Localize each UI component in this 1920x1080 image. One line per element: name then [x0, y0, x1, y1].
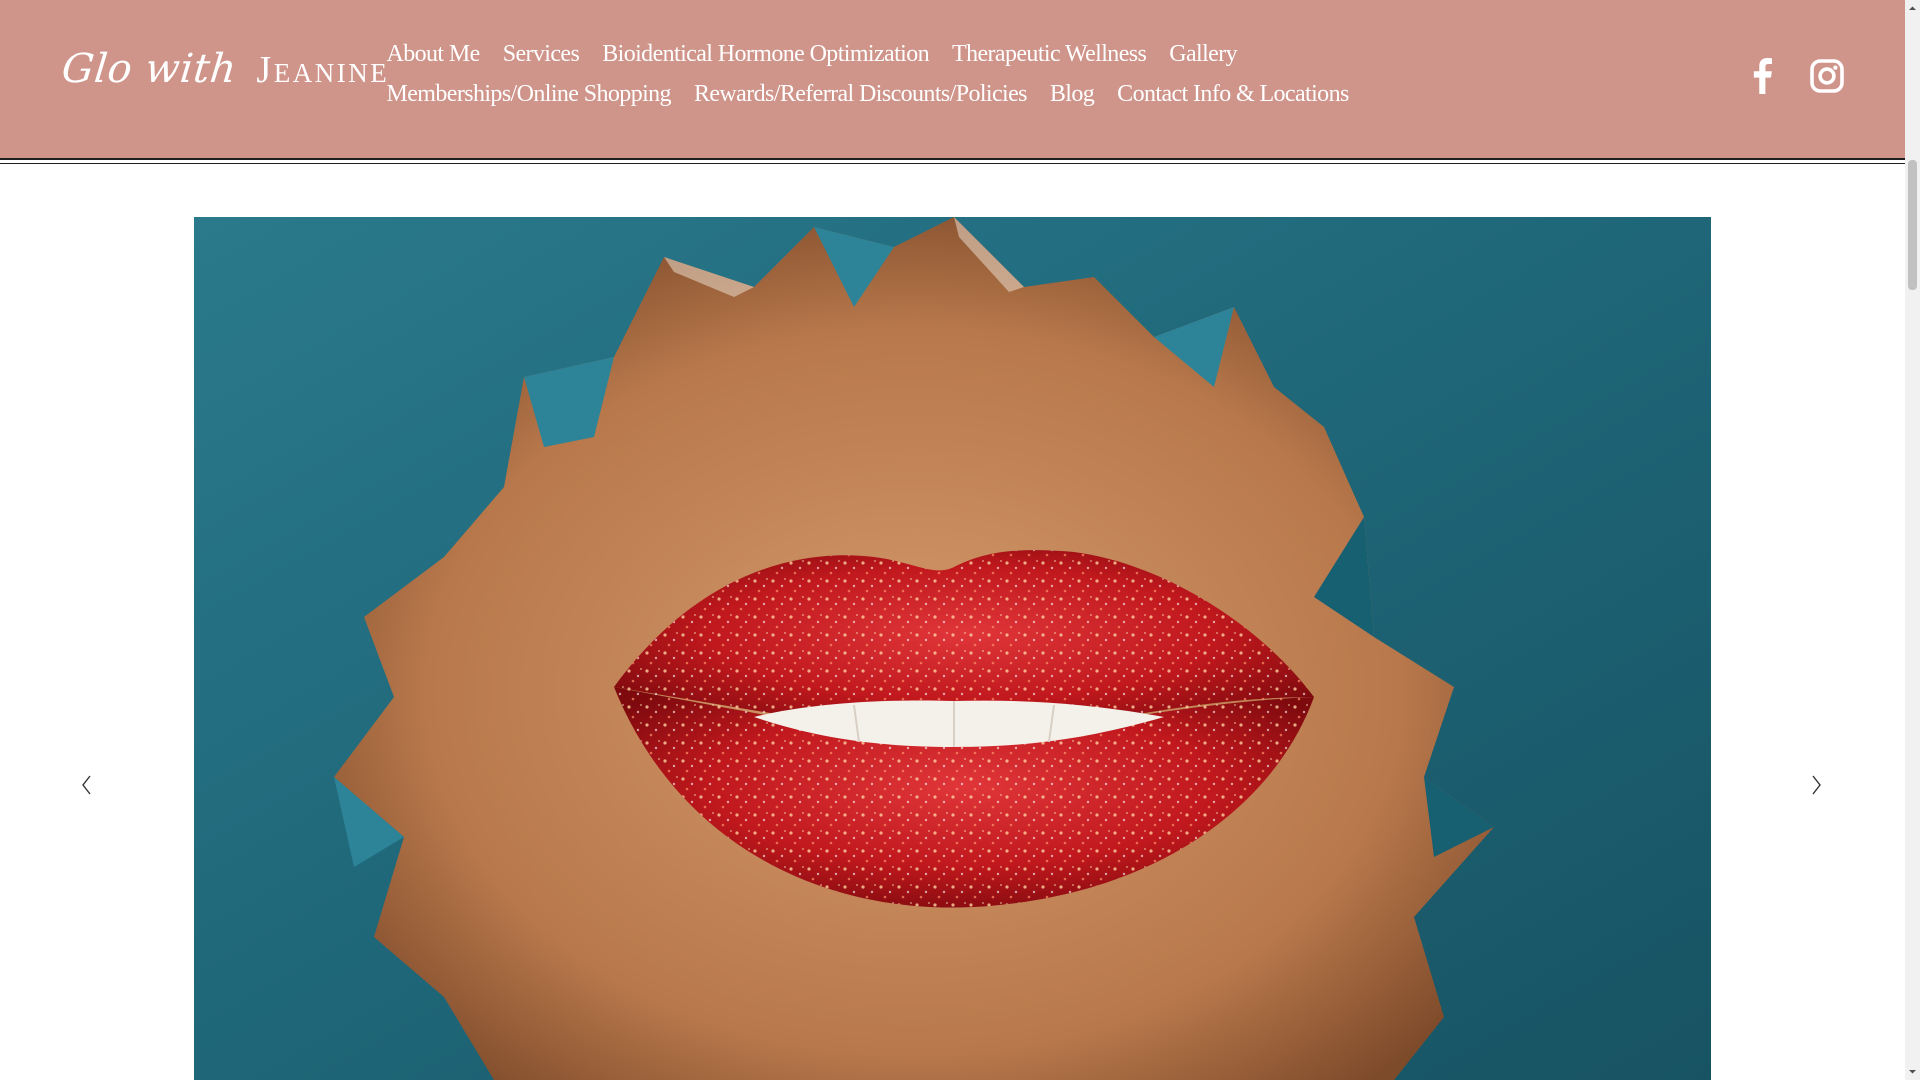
- social-links: [1745, 58, 1845, 94]
- slideshow-next-button[interactable]: [1802, 770, 1832, 800]
- hero-slideshow-image: [194, 217, 1711, 1080]
- nav-gallery[interactable]: Gallery: [1158, 36, 1249, 72]
- nav-rewards-referral-policies[interactable]: Rewards/Referral Discounts/Policies: [682, 76, 1038, 112]
- slideshow-prev-button[interactable]: [71, 770, 101, 800]
- nav-contact-info-locations[interactable]: Contact Info & Locations: [1106, 76, 1361, 112]
- logo-script-text: Glo with: [59, 46, 239, 92]
- site-logo[interactable]: Glo with Jeanine: [59, 46, 387, 108]
- lips-torn-paper-image: [194, 217, 1711, 1080]
- nav-services[interactable]: Services: [491, 36, 591, 72]
- page-scrollbar[interactable]: [1905, 0, 1920, 1080]
- nav-bioidentical-hormone-optimization[interactable]: Bioidentical Hormone Optimization: [591, 36, 941, 72]
- scrollbar-thumb[interactable]: [1908, 160, 1917, 290]
- logo-name-text: Jeanine: [256, 49, 390, 91]
- instagram-icon[interactable]: [1809, 58, 1845, 94]
- main-navigation: About Me Services Bioidentical Hormone O…: [375, 36, 1525, 112]
- chevron-left-icon: [82, 775, 91, 795]
- nav-memberships-online-shopping[interactable]: Memberships/Online Shopping: [375, 76, 682, 112]
- nav-blog[interactable]: Blog: [1038, 76, 1105, 112]
- nav-about-me[interactable]: About Me: [375, 36, 491, 72]
- facebook-icon[interactable]: [1745, 58, 1781, 94]
- scroll-down-icon[interactable]: [1908, 1067, 1917, 1076]
- site-header: Glo with Jeanine About Me Services Bioid…: [0, 0, 1905, 164]
- chevron-right-icon: [1812, 775, 1821, 795]
- nav-therapeutic-wellness[interactable]: Therapeutic Wellness: [941, 36, 1158, 72]
- scroll-up-icon[interactable]: [1908, 4, 1917, 13]
